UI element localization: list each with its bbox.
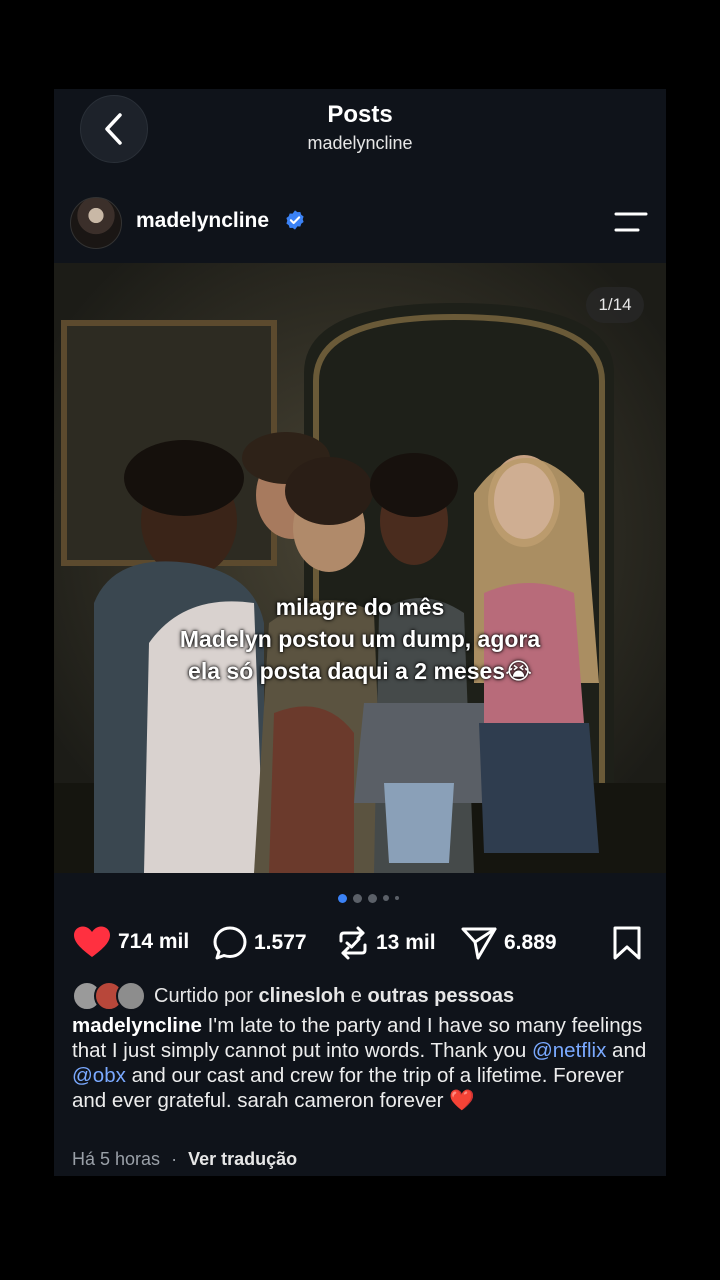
share-count: 6.889 xyxy=(504,931,557,954)
heart-icon xyxy=(74,926,110,957)
liked-by-others[interactable]: outras pessoas xyxy=(367,985,514,1008)
like-count: 714 mil xyxy=(118,930,190,953)
meta-separator: · xyxy=(171,1149,178,1169)
liked-by-row[interactable]: Curtido por clinesloh e outras pessoas xyxy=(72,981,514,1011)
carousel-dot xyxy=(368,893,377,903)
repost-button[interactable]: 13 mil xyxy=(336,925,436,961)
overlay-line: milagre do mês xyxy=(275,594,445,620)
carousel-dot xyxy=(383,895,389,901)
avatar xyxy=(116,981,146,1011)
comment-button[interactable]: 1.577 xyxy=(212,925,307,961)
liked-by-user[interactable]: clinesloh xyxy=(259,985,346,1008)
liked-by-connector: e xyxy=(350,984,362,1007)
page-title: Posts xyxy=(327,101,393,128)
caption-author[interactable]: madelyncline xyxy=(72,1014,202,1037)
bookmark-icon xyxy=(613,926,641,960)
comment-count: 1.577 xyxy=(254,931,307,954)
like-button[interactable]: 714 mil xyxy=(72,925,189,959)
liked-by-prefix: Curtido por xyxy=(154,984,253,1007)
caption-text: and xyxy=(606,1039,647,1062)
save-button[interactable] xyxy=(610,925,644,966)
overlay-line: ela só posta daqui a 2 meses😭 xyxy=(188,658,532,684)
mention-link[interactable]: @obx xyxy=(72,1064,126,1087)
photo-illustration xyxy=(54,263,666,873)
translate-link[interactable]: Ver tradução xyxy=(188,1149,297,1169)
media-counter: 1/14 xyxy=(586,287,644,323)
overlay-line: Madelyn postou um dump, agora xyxy=(179,626,541,652)
carousel-dot xyxy=(395,896,399,900)
post-author-row: madelyncline xyxy=(54,189,666,255)
comment-icon xyxy=(213,926,247,960)
overlay-caption: milagre do mês Madelyn postou um dump, a… xyxy=(54,591,666,687)
carousel-dot xyxy=(353,893,362,903)
liked-by-avatars xyxy=(72,981,146,1011)
carousel-indicator xyxy=(338,893,399,903)
post-caption: madelyncline I'm late to the party and I… xyxy=(72,1013,656,1113)
page-subtitle-username: madelyncline xyxy=(307,133,413,153)
avatar[interactable] xyxy=(70,197,122,249)
post-screen: Posts madelyncline madelyncline 1/14 mil… xyxy=(54,89,666,1176)
mention-link[interactable]: @netflix xyxy=(532,1039,606,1062)
caption-text: and our cast and crew for the trip of a … xyxy=(72,1064,624,1112)
author-username[interactable]: madelyncline xyxy=(136,209,269,233)
post-timestamp: Há 5 horas xyxy=(72,1149,161,1169)
repost-icon xyxy=(339,926,367,960)
post-meta-row: Há 5 horas · Ver tradução xyxy=(72,1149,297,1170)
carousel-dot-active xyxy=(338,893,347,903)
menu-icon[interactable] xyxy=(614,209,648,235)
verified-badge-icon xyxy=(286,210,304,230)
share-button[interactable]: 6.889 xyxy=(460,925,557,961)
header: Posts madelyncline xyxy=(54,89,666,169)
share-icon xyxy=(461,927,497,960)
action-bar: 714 mil 1.577 13 mil 6.889 xyxy=(54,917,666,967)
repost-count: 13 mil xyxy=(376,931,436,954)
post-image[interactable]: 1/14 milagre do mês Madelyn postou um du… xyxy=(54,263,666,873)
